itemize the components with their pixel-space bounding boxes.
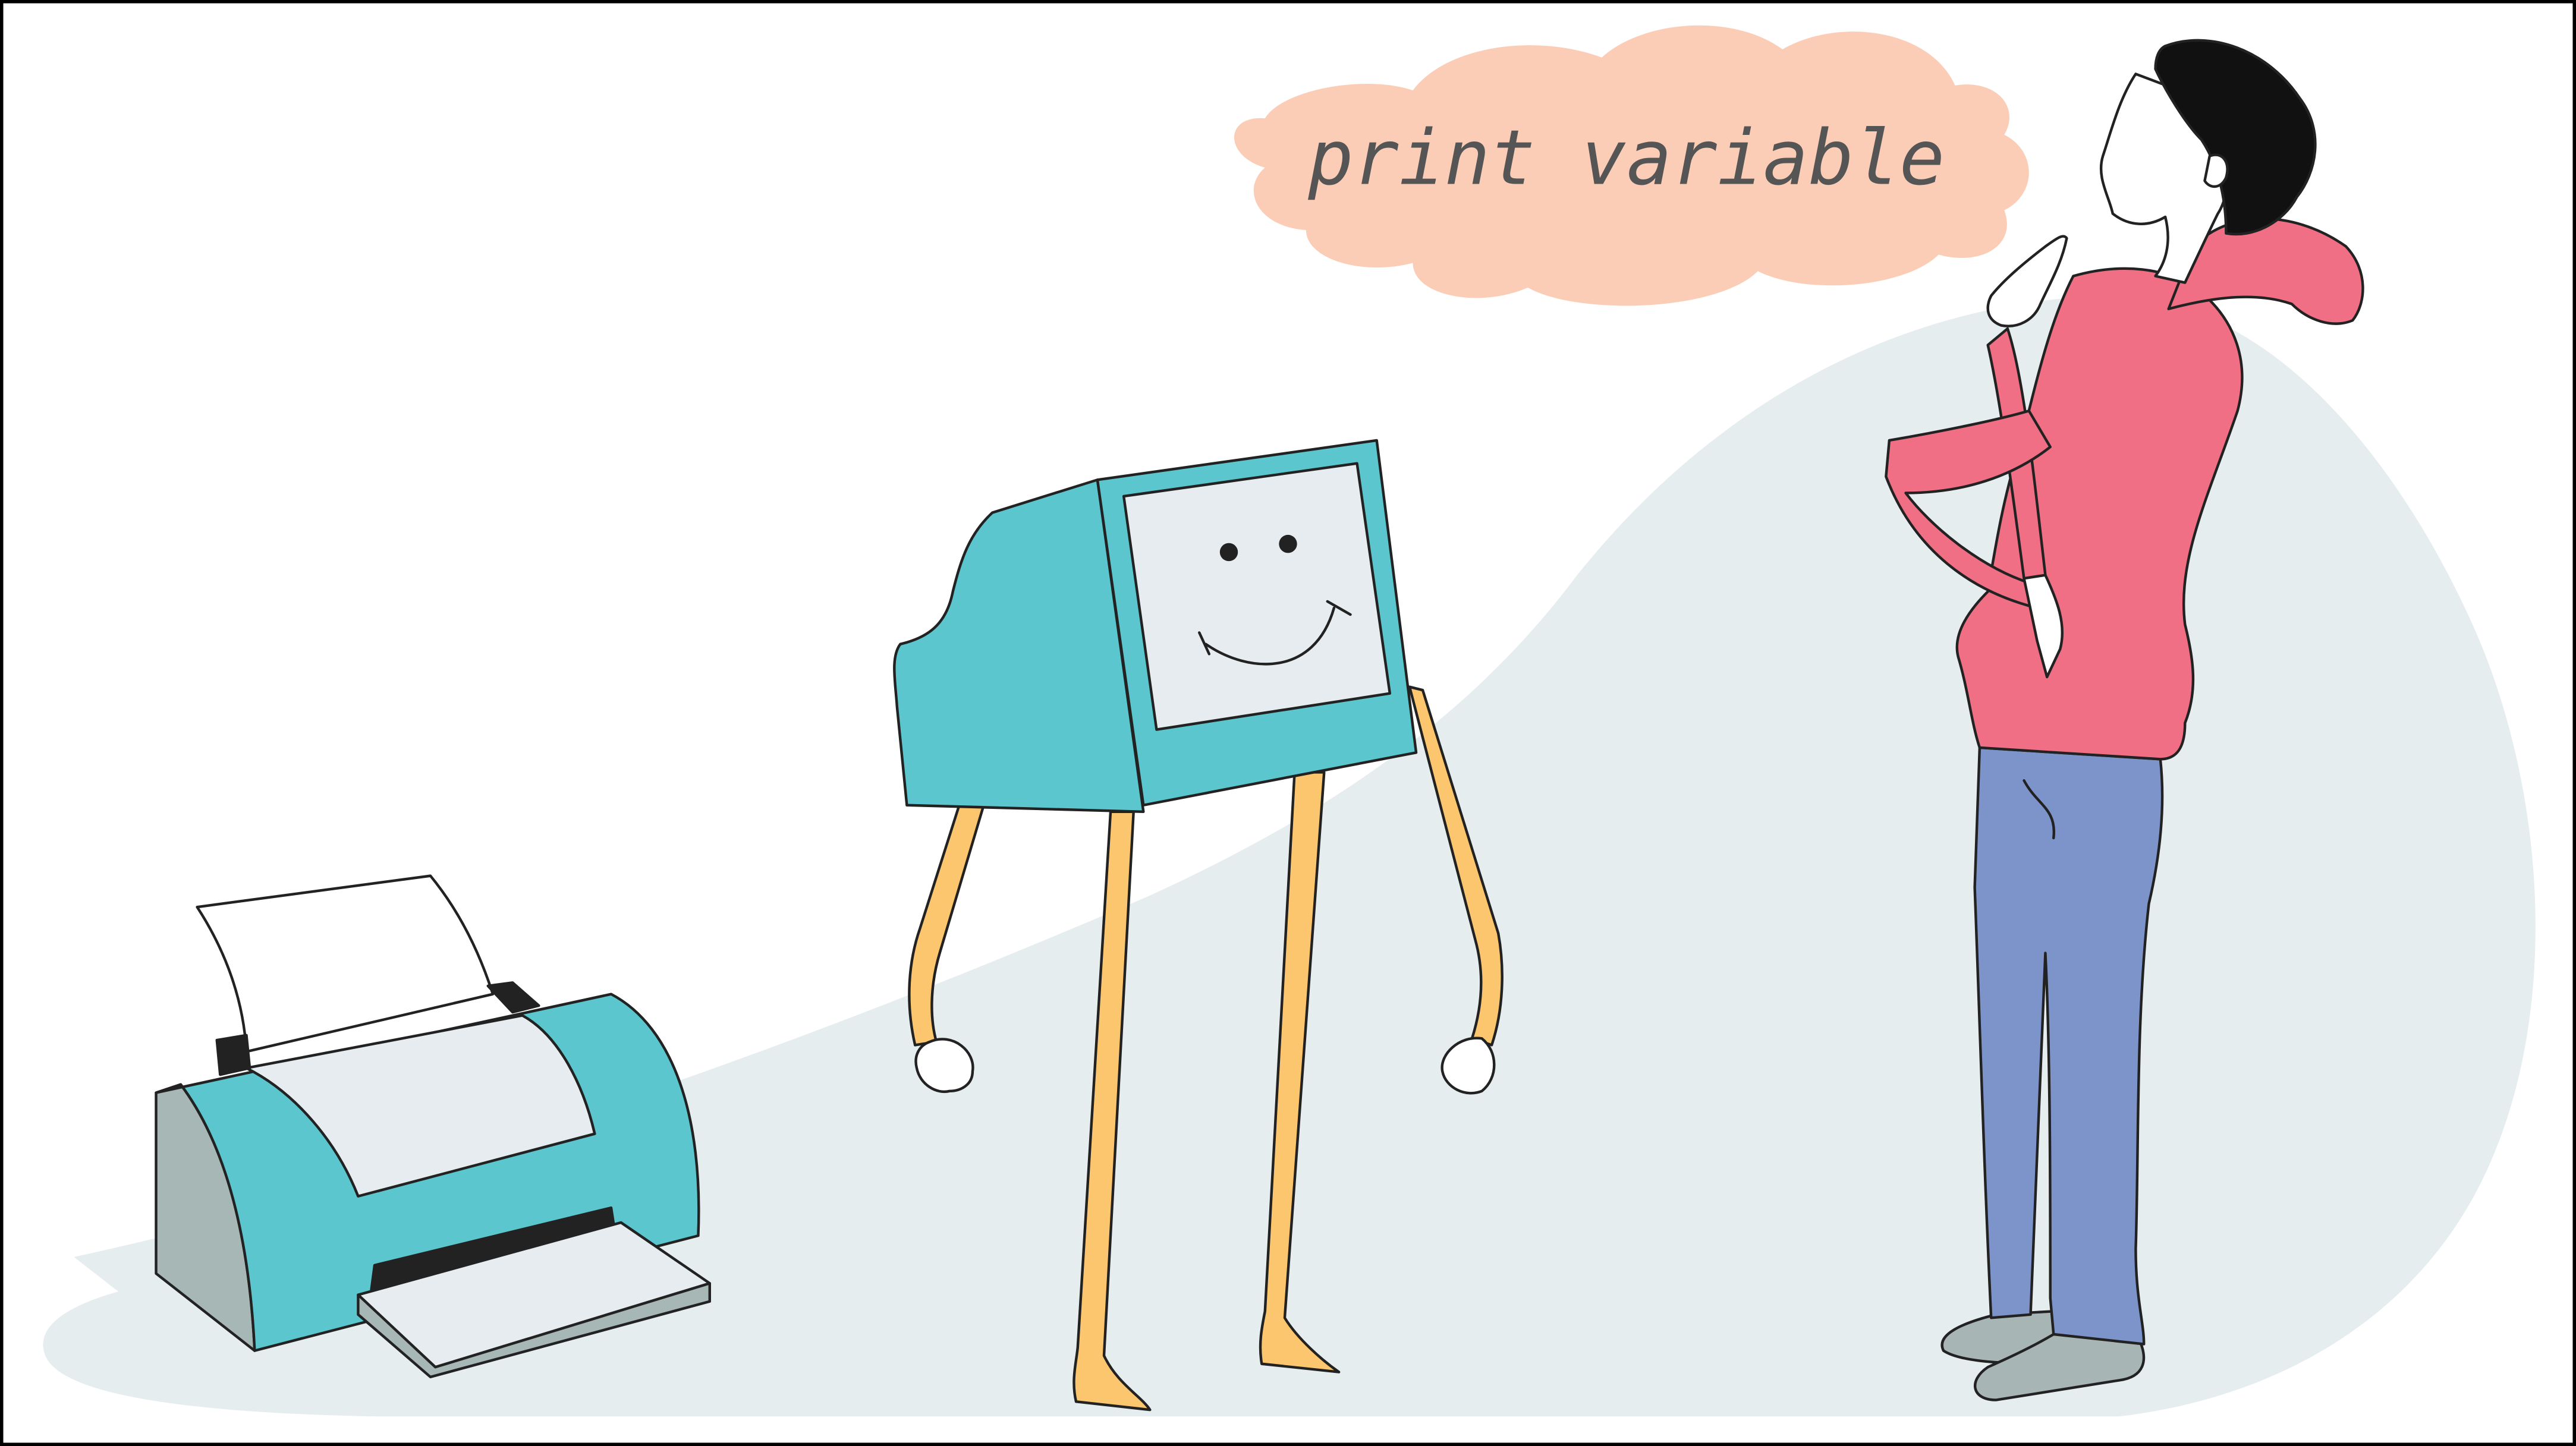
man-jeans — [1973, 746, 2164, 1346]
thought-cloud-text: print variable — [1307, 114, 1945, 202]
illustration-canvas: print variable — [0, 0, 2576, 1446]
computer-screen — [1122, 462, 1392, 731]
computer-eye-left — [1219, 543, 1238, 562]
computer-hand-left — [914, 1038, 974, 1094]
man-ear — [2203, 153, 2229, 188]
computer-eye-right — [1279, 534, 1297, 553]
printer-slot — [215, 1034, 251, 1076]
